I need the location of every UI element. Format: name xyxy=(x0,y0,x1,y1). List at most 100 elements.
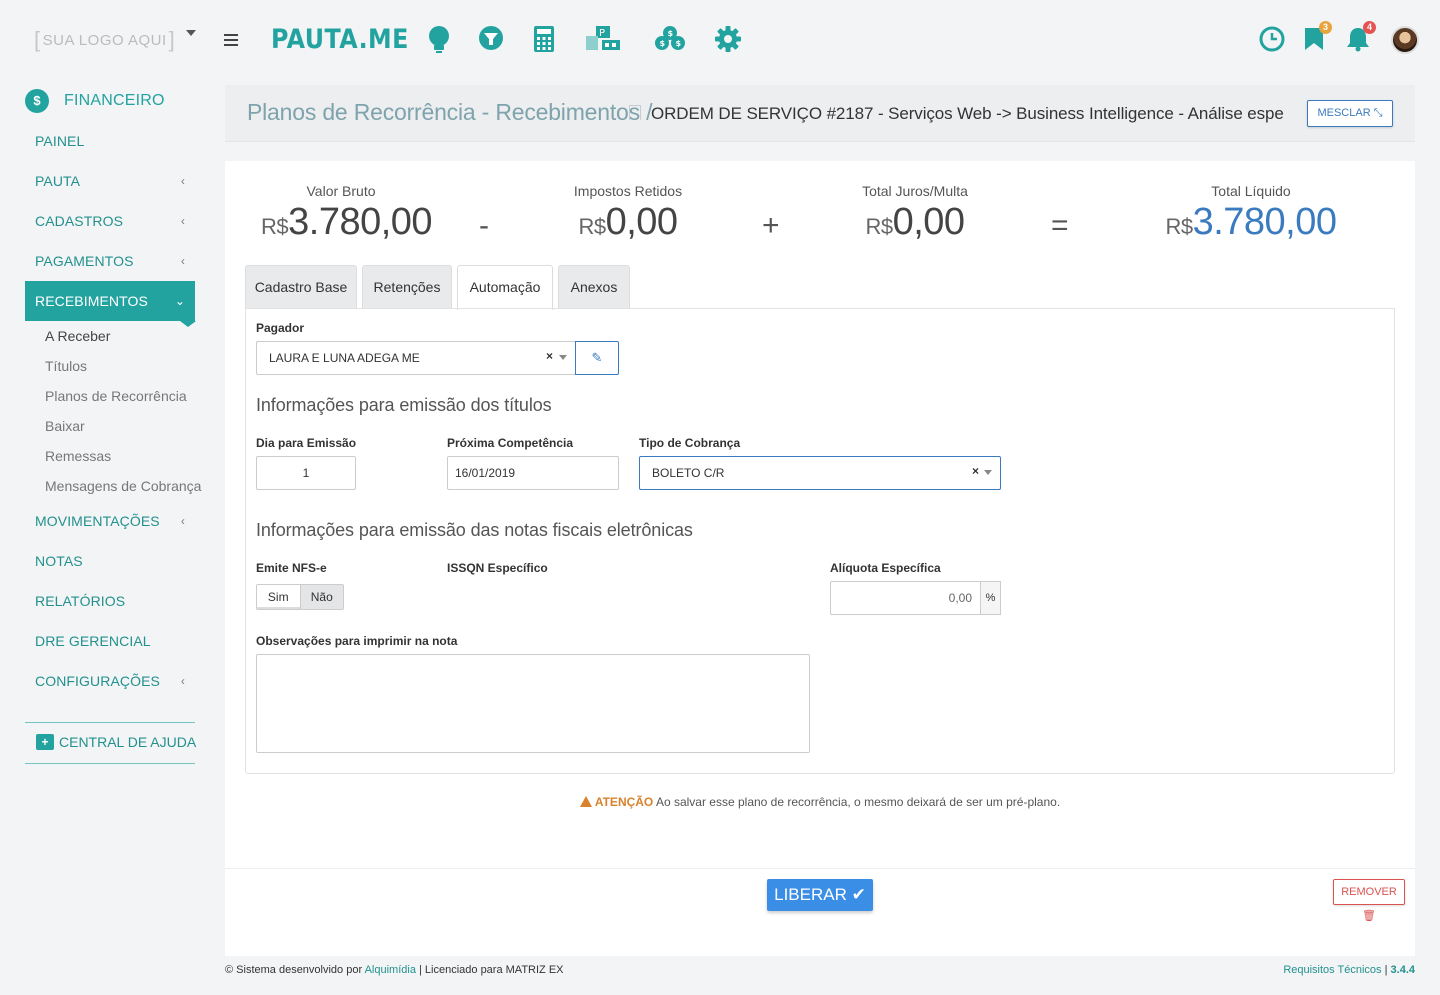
chevron-left-icon: ‹ xyxy=(180,254,185,268)
chevron-down-icon[interactable] xyxy=(559,355,567,360)
payer-label: Pagador xyxy=(256,321,305,335)
edit-payer-button[interactable]: ✎ xyxy=(575,341,619,375)
compress-icon: ⤡ xyxy=(1373,107,1383,119)
dollar-icon: $ xyxy=(25,89,49,113)
section-title-titles: Informações para emissão dos títulos xyxy=(256,395,552,415)
remove-button[interactable]: REMOVER 🗑 xyxy=(1333,879,1405,922)
release-button[interactable]: LIBERAR ✔ xyxy=(767,879,873,911)
sidebar-divider xyxy=(25,763,195,764)
sidebar-item-movimentacoes[interactable]: MOVIMENTAÇÕES ‹ xyxy=(25,501,195,541)
issqn-label: ISSQN Específico xyxy=(447,561,548,575)
funnel-icon[interactable] xyxy=(477,24,511,58)
divider xyxy=(225,868,1415,869)
tab-cadastro-base[interactable]: Cadastro Base xyxy=(245,265,357,309)
footer-version: Requisitos Técnicos | 3.4.4 xyxy=(1283,964,1415,976)
percent-addon: % xyxy=(981,581,1001,615)
menu-icon[interactable] xyxy=(224,34,238,46)
sidebar-divider xyxy=(25,722,195,723)
submenu-a-receber[interactable]: A Receber xyxy=(45,328,110,344)
trash-icon: 🗑 xyxy=(1362,910,1376,922)
rate-label: Alíquota Específica xyxy=(830,561,941,575)
tab-content: Pagador LAURA E LUNA ADEGA ME × ✎ Inform… xyxy=(245,308,1395,774)
company-link[interactable]: Alquimídia xyxy=(365,964,416,976)
sidebar-item-dre-gerencial[interactable]: DRE GERENCIAL xyxy=(25,621,195,661)
clear-icon[interactable]: × xyxy=(546,349,553,363)
toggle-yes[interactable]: Sim xyxy=(257,585,301,609)
net-total: Total Líquido R$3.780,00 xyxy=(1165,183,1337,243)
calculator-icon[interactable] xyxy=(532,24,566,58)
top-bar: [SUA LOGO AQUI] PAUTA.ME P $ $ $ 3 4 xyxy=(0,0,1440,80)
equals-operator: = xyxy=(1051,209,1069,242)
minus-operator: - xyxy=(479,209,489,242)
withheld-taxes: Impostos Retidos R$0,00 xyxy=(573,183,683,243)
emit-nfse-toggle[interactable]: Sim Não xyxy=(256,584,344,610)
next-period-label: Próxima Competência xyxy=(447,436,574,450)
bell-icon[interactable]: 4 xyxy=(1344,21,1376,54)
submenu-mensagens-cobranca[interactable]: Mensagens de Cobrança xyxy=(45,478,201,494)
lightbulb-icon[interactable] xyxy=(425,24,459,58)
notification-count-badge: 4 xyxy=(1363,21,1376,34)
sidebar-item-relatorios[interactable]: RELATÓRIOS xyxy=(25,581,195,621)
gross-value: Valor Bruto R$3.780,00 xyxy=(261,183,433,243)
company-logo[interactable]: [SUA LOGO AQUI] xyxy=(34,27,176,53)
first-aid-icon: + xyxy=(36,734,54,750)
chevron-left-icon: ‹ xyxy=(180,214,185,228)
chevron-down-icon[interactable] xyxy=(984,470,992,475)
sidebar-item-pagamentos[interactable]: PAGAMENTOS ‹ xyxy=(25,241,195,281)
active-indicator xyxy=(180,321,196,327)
pencil-icon: ✎ xyxy=(591,350,603,365)
sidebar-item-notas[interactable]: NOTAS xyxy=(25,541,195,581)
svg-text:P: P xyxy=(599,28,605,39)
sidebar-item-cadastros[interactable]: CADASTROS ‹ xyxy=(25,201,195,241)
warning-icon xyxy=(579,796,592,807)
brand-logo[interactable]: PAUTA.ME xyxy=(271,24,409,55)
svg-text:$: $ xyxy=(660,39,666,48)
chevron-down-icon: ⌄ xyxy=(174,294,185,308)
sidebar-section-header[interactable]: $ FINANCEIRO xyxy=(25,89,165,113)
coins-icon[interactable]: $ $ $ xyxy=(653,24,687,58)
sidebar-item-painel[interactable]: PAINEL xyxy=(25,121,195,161)
warning-message: ATENÇÃO Ao salvar esse plano de recorrên… xyxy=(225,795,1415,809)
clock-icon[interactable] xyxy=(1258,24,1288,54)
billing-type-label: Tipo de Cobrança xyxy=(639,436,741,450)
user-avatar[interactable] xyxy=(1391,26,1419,54)
tab-retencoes[interactable]: Retenções xyxy=(362,265,452,309)
billing-type-select[interactable]: BOLETO C/R xyxy=(639,456,1001,490)
chevron-down-icon[interactable] xyxy=(186,30,196,36)
tab-automacao[interactable]: Automação xyxy=(457,265,553,310)
notes-textarea[interactable] xyxy=(256,654,810,753)
notes-label: Observações para imprimir na nota xyxy=(256,634,458,648)
submenu-titulos[interactable]: Títulos xyxy=(45,358,87,374)
sidebar-item-configuracoes[interactable]: CONFIGURAÇÕES ‹ xyxy=(25,661,195,701)
bookmark-count-badge: 3 xyxy=(1319,21,1332,34)
rate-input[interactable]: 0,00 xyxy=(830,581,981,615)
payer-select[interactable]: LAURA E LUNA ADEGA ME xyxy=(256,341,576,375)
chevron-left-icon: ‹ xyxy=(180,514,185,528)
bookmark-icon[interactable]: 3 xyxy=(1302,21,1332,54)
gear-icon[interactable] xyxy=(714,24,748,58)
cashflow-icon[interactable]: P xyxy=(584,24,620,58)
help-center-link[interactable]: + CENTRAL DE AJUDA xyxy=(36,734,196,750)
section-title-nfe: Informações para emissão das notas fisca… xyxy=(256,520,693,540)
page-title[interactable]: Planos de Recorrência - Recebimentos / xyxy=(247,99,653,126)
next-period-input[interactable]: 16/01/2019 xyxy=(447,456,619,490)
chevron-left-icon: ‹ xyxy=(180,674,185,688)
submenu-remessas[interactable]: Remessas xyxy=(45,448,111,464)
breadcrumb: Planos de Recorrência - Recebimentos / O… xyxy=(225,85,1415,142)
main-panel: Valor Bruto R$3.780,00 - Impostos Retido… xyxy=(225,161,1415,956)
svg-text:$: $ xyxy=(676,39,682,48)
submenu-baixar[interactable]: Baixar xyxy=(45,418,85,434)
merge-button[interactable]: MESCLAR ⤡ xyxy=(1307,100,1393,127)
financial-summary: Valor Bruto R$3.780,00 - Impostos Retido… xyxy=(225,183,1415,253)
sidebar-item-recebimentos[interactable]: RECEBIMENTOS ⌄ xyxy=(25,281,195,321)
toggle-no[interactable]: Não xyxy=(300,585,343,609)
plus-operator: + xyxy=(762,209,780,242)
clear-icon[interactable]: × xyxy=(972,464,979,478)
submenu-planos-recorrencia[interactable]: Planos de Recorrência xyxy=(45,388,187,404)
bookmark-outline-icon[interactable] xyxy=(629,105,641,120)
chevron-left-icon: ‹ xyxy=(180,174,185,188)
issue-day-input[interactable]: 1 xyxy=(256,456,356,490)
sidebar-item-pauta[interactable]: PAUTA ‹ xyxy=(25,161,195,201)
tech-requirements-link[interactable]: Requisitos Técnicos xyxy=(1283,964,1381,976)
tab-anexos[interactable]: Anexos xyxy=(558,265,630,309)
